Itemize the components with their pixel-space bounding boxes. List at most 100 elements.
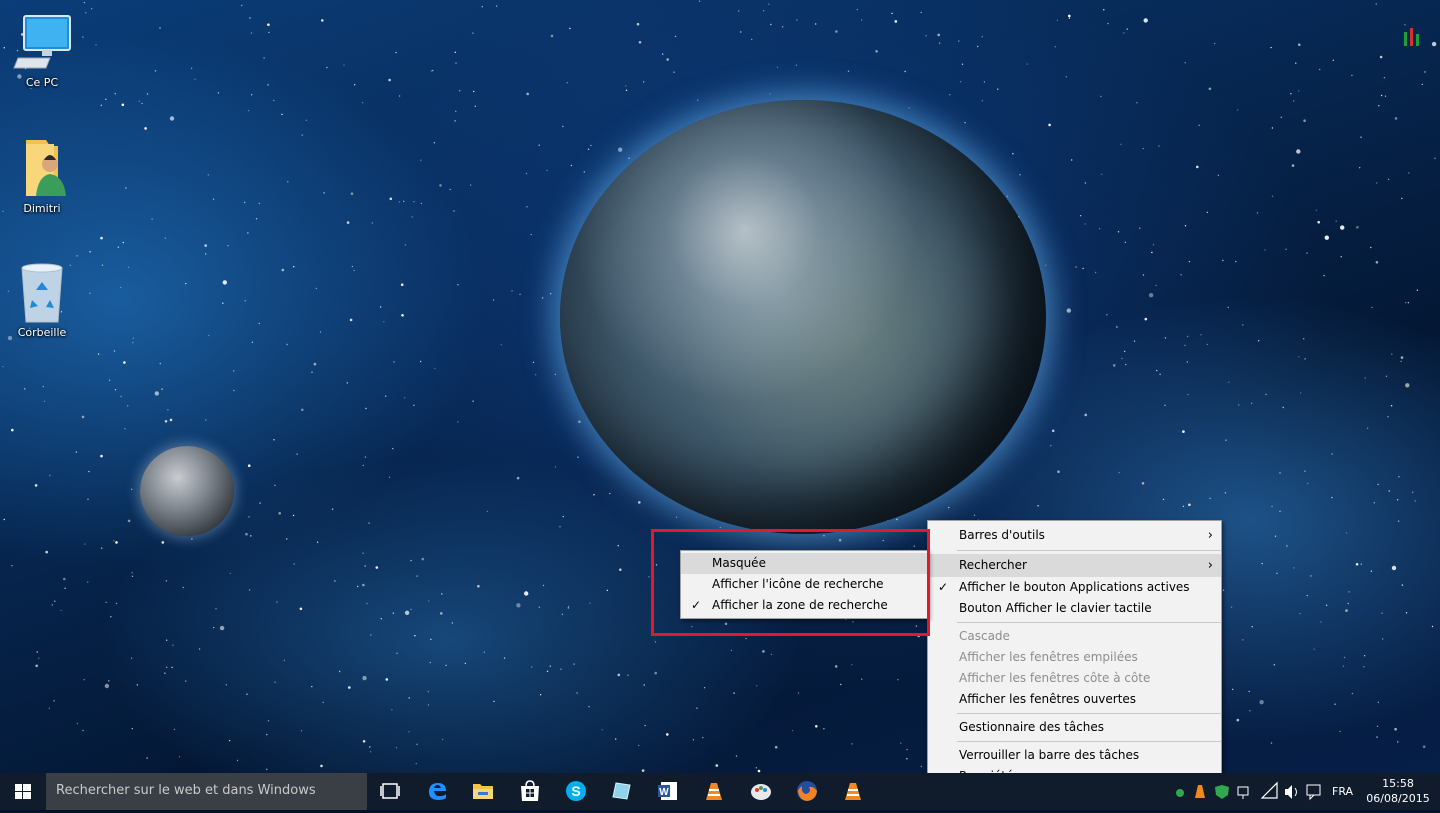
desktop-icon-label: Dimitri	[23, 202, 61, 215]
desktop-icon-this-pc[interactable]: Ce PC	[2, 10, 82, 89]
star	[353, 269, 355, 272]
menu-item-show-task-view-button[interactable]: ✓ Afficher le bouton Applications active…	[928, 577, 1221, 598]
star	[896, 518, 898, 521]
desktop-icon-user-folder[interactable]: Dimitri	[2, 136, 82, 215]
taskbar-search-box[interactable]: Rechercher sur le web et dans Windows	[46, 773, 367, 810]
taskbar-edge-button[interactable]	[414, 773, 460, 810]
taskbar-firefox-button[interactable]	[784, 773, 830, 810]
star	[1164, 337, 1167, 339]
star	[350, 192, 354, 195]
star	[131, 575, 134, 577]
desktop-icon-recycle-bin[interactable]: Corbeille	[2, 260, 82, 339]
taskbar-vlc-button[interactable]	[691, 773, 737, 810]
star	[1345, 532, 1348, 534]
star	[495, 5, 498, 7]
star	[481, 6, 483, 8]
star	[449, 188, 451, 191]
star	[1057, 470, 1060, 474]
star	[1313, 648, 1315, 650]
taskbar-vlc-button-2[interactable]	[830, 773, 876, 810]
taskbar-word-button[interactable]: W	[645, 773, 691, 810]
star	[222, 302, 224, 304]
star	[427, 704, 430, 706]
star	[1094, 271, 1097, 274]
star	[408, 731, 410, 733]
task-view-button[interactable]	[367, 773, 413, 810]
star	[566, 82, 568, 84]
star	[1126, 28, 1128, 30]
menu-item-toolbars[interactable]: Barres d'outils ›	[928, 524, 1221, 547]
star	[1133, 340, 1136, 342]
star	[643, 684, 645, 686]
menu-item-label: Afficher les fenêtres côte à côte	[959, 671, 1151, 685]
star	[416, 743, 418, 745]
star	[395, 747, 398, 749]
taskbar-clock[interactable]: 15:58 06/08/2015	[1366, 776, 1430, 806]
star	[692, 739, 695, 741]
star	[561, 613, 564, 615]
start-button[interactable]	[0, 773, 46, 810]
menu-item-touch-keyboard-button[interactable]: Bouton Afficher le clavier tactile	[928, 598, 1221, 619]
menu-item-task-manager[interactable]: Gestionnaire des tâches	[928, 717, 1221, 738]
star	[400, 283, 404, 287]
star	[76, 722, 79, 725]
star	[217, 92, 220, 94]
star	[474, 105, 476, 108]
star	[1381, 612, 1383, 614]
star	[532, 361, 535, 364]
menu-item-lock-taskbar[interactable]: Verrouiller la barre des tâches	[928, 745, 1221, 766]
star	[198, 648, 201, 650]
star	[1340, 225, 1345, 230]
taskbar: Rechercher sur le web et dans Windows S …	[0, 773, 1440, 810]
star	[250, 535, 252, 537]
star	[169, 116, 175, 121]
star	[248, 589, 251, 591]
menu-item-label: Bouton Afficher le clavier tactile	[959, 601, 1152, 615]
language-indicator[interactable]: FRA	[1332, 785, 1353, 798]
star	[1068, 17, 1071, 19]
menu-item-search[interactable]: Rechercher ›	[928, 554, 1221, 577]
taskbar-explorer-button[interactable]	[460, 773, 506, 810]
star	[997, 88, 999, 90]
taskbar-paint-button[interactable]	[738, 773, 784, 810]
star	[301, 134, 303, 136]
star	[627, 674, 629, 676]
star	[321, 19, 324, 22]
star	[472, 400, 474, 402]
taskbar-store-button[interactable]	[507, 773, 553, 810]
star	[1188, 503, 1191, 507]
star	[100, 236, 103, 240]
star	[1431, 625, 1434, 628]
menu-item-show-open-windows[interactable]: Afficher les fenêtres ouvertes	[928, 689, 1221, 710]
star	[1121, 357, 1123, 360]
star	[526, 206, 528, 208]
star	[286, 538, 288, 540]
star	[255, 218, 258, 220]
star	[492, 299, 495, 301]
star	[89, 251, 91, 253]
taskbar-app-button[interactable]	[599, 773, 645, 810]
star	[1141, 482, 1145, 485]
taskbar-skype-button[interactable]: S	[553, 773, 599, 810]
star	[244, 201, 246, 204]
star	[171, 666, 173, 669]
star	[1162, 498, 1165, 501]
star	[958, 40, 960, 42]
system-tray-icons[interactable]	[1172, 773, 1322, 810]
star	[108, 680, 110, 682]
star	[981, 100, 984, 102]
star	[588, 706, 590, 708]
star	[385, 678, 389, 681]
star	[1364, 377, 1366, 379]
star	[228, 739, 231, 742]
star	[593, 494, 595, 496]
star	[738, 10, 740, 12]
star	[122, 241, 125, 244]
star	[369, 746, 371, 748]
star	[49, 474, 51, 477]
star	[840, 683, 842, 686]
star	[167, 409, 169, 411]
star	[1182, 505, 1185, 507]
star	[770, 23, 772, 26]
star	[1416, 289, 1419, 291]
